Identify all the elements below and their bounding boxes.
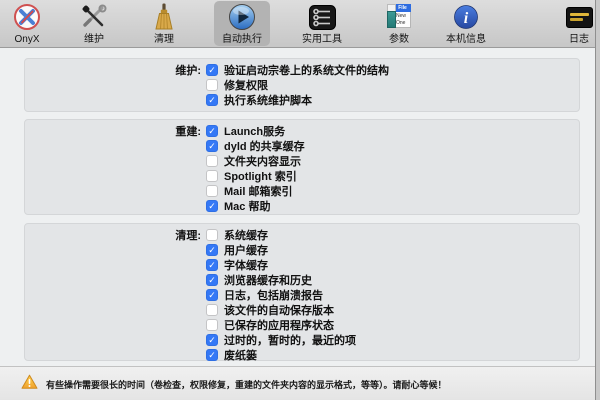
toolbar-item-utilities[interactable]: 实用工具 bbox=[294, 1, 350, 46]
onyx-logo-icon bbox=[13, 2, 41, 32]
checkbox-unchecked[interactable] bbox=[206, 229, 218, 241]
checkbox-checked[interactable]: ✓ bbox=[206, 200, 218, 212]
checkbox-checked[interactable]: ✓ bbox=[206, 64, 218, 76]
section-label: 维护: bbox=[25, 62, 201, 78]
checkbox-checked[interactable]: ✓ bbox=[206, 125, 218, 137]
checkbox-row: ✓ 过时的，暂时的，最近的项 bbox=[25, 332, 579, 347]
checkbox-label[interactable]: 系统缓存 bbox=[224, 227, 268, 243]
toolbar-item-label: 维护 bbox=[84, 34, 104, 45]
toolbar-item-label: OnyX bbox=[14, 34, 39, 45]
checkbox-row: 清理: 系统缓存 bbox=[25, 227, 579, 242]
toolbar-item-maintenance[interactable]: 维护 bbox=[66, 1, 122, 46]
utilities-wrenches-icon bbox=[309, 2, 336, 32]
warning-text: 有些操作需要很长的时间（卷检查，权限修复，重建的文件夹内容的显示格式，等等）。请… bbox=[46, 378, 447, 391]
checkbox-label[interactable]: 日志，包括崩溃报告 bbox=[224, 287, 323, 303]
toolbar-item-automation[interactable]: 自动执行 bbox=[214, 1, 270, 46]
log-file-icon bbox=[566, 2, 593, 32]
toolbar: OnyX 维护 bbox=[0, 0, 600, 48]
warning-icon bbox=[21, 374, 38, 395]
checkbox-row: 维护: ✓ 验证启动宗卷上的系统文件的结构 bbox=[25, 62, 579, 77]
checkbox-row: ✓ Mac 帮助 bbox=[25, 198, 579, 213]
play-icon bbox=[228, 2, 256, 32]
checkbox-unchecked[interactable] bbox=[206, 185, 218, 197]
wrench-screwdriver-icon bbox=[80, 2, 108, 32]
section-label: 清理: bbox=[25, 227, 201, 243]
checkbox-checked[interactable]: ✓ bbox=[206, 94, 218, 106]
toolbar-item-label: 本机信息 bbox=[446, 34, 486, 45]
checkbox-row: ✓ 日志，包括崩溃报告 bbox=[25, 287, 579, 302]
checkbox-label[interactable]: 文件夹内容显示 bbox=[224, 153, 301, 169]
toolbar-item-label: 清理 bbox=[154, 34, 174, 45]
cleaning-section: 清理: 系统缓存 ✓ 用户缓存 ✓ 字体缓存 ✓ 浏览器缓存和历史 ✓ 日志，包括崩溃报告该文件的… bbox=[24, 223, 580, 361]
checkbox-row: 文件夹内容显示 bbox=[25, 153, 579, 168]
checkbox-checked[interactable]: ✓ bbox=[206, 244, 218, 256]
checkbox-label[interactable]: 浏览器缓存和历史 bbox=[224, 272, 312, 288]
automation-pane: 维护: ✓ 验证启动宗卷上的系统文件的结构修复权限 ✓ 执行系统维护脚本 重建: ✓ Lau… bbox=[0, 48, 600, 366]
toolbar-item-onyx[interactable]: OnyX bbox=[1, 1, 53, 46]
checkbox-row: ✓ 执行系统维护脚本 bbox=[25, 93, 579, 108]
checkbox-checked[interactable]: ✓ bbox=[206, 349, 218, 361]
checkbox-label[interactable]: dyld 的共享缓存 bbox=[224, 138, 305, 154]
toolbar-item-cleaning[interactable]: 清理 bbox=[136, 1, 192, 46]
checkbox-unchecked[interactable] bbox=[206, 155, 218, 167]
preferences-menu-icon: File New One bbox=[387, 2, 411, 32]
checkbox-label[interactable]: 已保存的应用程序状态 bbox=[224, 317, 334, 333]
toolbar-item-label: 参数 bbox=[389, 34, 409, 45]
background-outside-window bbox=[596, 0, 600, 400]
checkbox-unchecked[interactable] bbox=[206, 304, 218, 316]
checkbox-row: ✓ 废纸篓 bbox=[25, 347, 579, 362]
checkbox-checked[interactable]: ✓ bbox=[206, 140, 218, 152]
checkbox-row: 该文件的自动保存版本 bbox=[25, 302, 579, 317]
checkbox-checked[interactable]: ✓ bbox=[206, 334, 218, 346]
rebuild-section: 重建: ✓ Launch服务 ✓ dyld 的共享缓存文件夹内容显示Spotlight … bbox=[24, 119, 580, 215]
checkbox-label[interactable]: 用户缓存 bbox=[224, 242, 268, 258]
maintenance-section: 维护: ✓ 验证启动宗卷上的系统文件的结构修复权限 ✓ 执行系统维护脚本 bbox=[24, 58, 580, 112]
toolbar-item-label: 实用工具 bbox=[302, 34, 342, 45]
checkbox-row: Spotlight 索引 bbox=[25, 168, 579, 183]
checkbox-row: ✓ dyld 的共享缓存 bbox=[25, 138, 579, 153]
section-label: 重建: bbox=[25, 123, 201, 139]
checkbox-row: 重建: ✓ Launch服务 bbox=[25, 123, 579, 138]
onyx-window: OnyX 维护 bbox=[0, 0, 600, 400]
toolbar-item-parameters[interactable]: File New One 参数 bbox=[371, 1, 427, 46]
checkbox-checked[interactable]: ✓ bbox=[206, 259, 218, 271]
checkbox-checked[interactable]: ✓ bbox=[206, 289, 218, 301]
status-bar: 有些操作需要很长的时间（卷检查，权限修复，重建的文件夹内容的显示格式，等等）。请… bbox=[0, 366, 600, 400]
checkbox-label[interactable]: Mac 帮助 bbox=[224, 198, 270, 214]
toolbar-item-label: 自动执行 bbox=[222, 34, 262, 45]
toolbar-item-logs[interactable]: 日志 bbox=[551, 1, 600, 46]
broom-icon bbox=[150, 2, 178, 32]
checkbox-label[interactable]: 验证启动宗卷上的系统文件的结构 bbox=[224, 62, 389, 78]
checkbox-row: 已保存的应用程序状态 bbox=[25, 317, 579, 332]
checkbox-label[interactable]: Mail 邮箱索引 bbox=[224, 183, 292, 199]
checkbox-row: 修复权限 bbox=[25, 78, 579, 93]
toolbar-item-info[interactable]: i 本机信息 bbox=[438, 1, 494, 46]
checkbox-label[interactable]: 该文件的自动保存版本 bbox=[224, 302, 334, 318]
checkbox-label[interactable]: 废纸篓 bbox=[224, 347, 257, 363]
checkbox-row: ✓ 浏览器缓存和历史 bbox=[25, 272, 579, 287]
checkbox-unchecked[interactable] bbox=[206, 319, 218, 331]
checkbox-label[interactable]: 执行系统维护脚本 bbox=[224, 92, 312, 108]
checkbox-label[interactable]: 字体缓存 bbox=[224, 257, 268, 273]
checkbox-label[interactable]: 过时的，暂时的，最近的项 bbox=[224, 332, 356, 348]
info-icon: i bbox=[453, 2, 479, 32]
checkbox-row: ✓ 字体缓存 bbox=[25, 257, 579, 272]
checkbox-label[interactable]: Launch服务 bbox=[224, 123, 285, 139]
checkbox-checked[interactable]: ✓ bbox=[206, 274, 218, 286]
checkbox-unchecked[interactable] bbox=[206, 79, 218, 91]
checkbox-label[interactable]: Spotlight 索引 bbox=[224, 168, 297, 184]
checkbox-unchecked[interactable] bbox=[206, 170, 218, 182]
svg-text:i: i bbox=[464, 10, 469, 27]
toolbar-item-label: 日志 bbox=[569, 34, 589, 45]
checkbox-row: ✓ 用户缓存 bbox=[25, 242, 579, 257]
checkbox-row: Mail 邮箱索引 bbox=[25, 183, 579, 198]
checkbox-label[interactable]: 修复权限 bbox=[224, 77, 268, 93]
